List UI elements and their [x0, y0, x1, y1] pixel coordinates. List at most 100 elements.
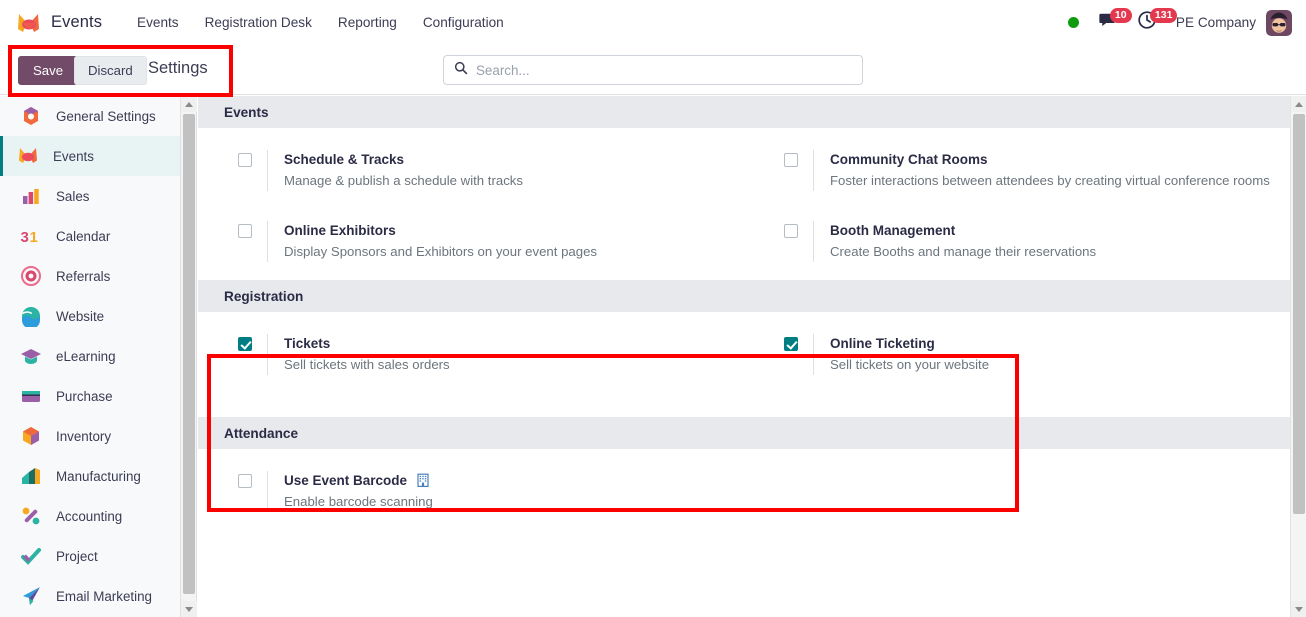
sidebar-item-general-settings[interactable]: General Settings	[0, 96, 180, 136]
sidebar-item-label: Accounting	[56, 508, 123, 524]
save-button[interactable]: Save	[18, 56, 79, 85]
nav-reporting[interactable]: Reporting	[325, 9, 410, 36]
settings-column-right: Community Chat Rooms Foster interactions…	[744, 150, 1290, 262]
setting-title: Tickets	[284, 336, 331, 351]
section-header-attendance: Attendance	[198, 417, 1290, 449]
setting-description: Manage & publish a schedule with tracks	[284, 173, 523, 188]
page-title: Settings	[148, 59, 208, 77]
sidebar-item-email-marketing[interactable]: Email Marketing	[0, 576, 180, 616]
sidebar-item-label: Manufacturing	[56, 468, 141, 484]
settings-column-left: Schedule & Tracks Manage & publish a sch…	[198, 150, 744, 262]
settings-column-right	[744, 471, 1290, 512]
sidebar-scroll-thumb[interactable]	[183, 114, 195, 594]
sidebar-item-purchase[interactable]: Purchase	[0, 376, 180, 416]
setting-checkbox[interactable]	[784, 337, 798, 351]
email-marketing-app-icon	[20, 585, 42, 607]
calendar-app-icon: 3 1	[20, 225, 42, 247]
setting-checkbox[interactable]	[238, 474, 252, 488]
sidebar-item-inventory[interactable]: Inventory	[0, 416, 180, 456]
sales-app-icon	[20, 185, 42, 207]
search-icon	[454, 61, 468, 80]
settings-content: Events Schedule & Tracks Manage & publis…	[198, 96, 1290, 617]
section-body-registration: Tickets Sell tickets with sales orders O…	[198, 312, 1290, 417]
setting-tickets: Tickets Sell tickets with sales orders	[238, 334, 730, 375]
setting-title: Use Event Barcode	[284, 473, 408, 488]
nav-events[interactable]: Events	[124, 9, 192, 36]
nav-registration-desk[interactable]: Registration Desk	[192, 9, 325, 36]
triangle-up-icon	[185, 101, 193, 107]
events-app-icon	[17, 145, 39, 167]
sidebar-item-events[interactable]: Events	[0, 136, 180, 176]
setting-community-chat-rooms: Community Chat Rooms Foster interactions…	[784, 150, 1276, 191]
setting-checkbox[interactable]	[238, 337, 252, 351]
website-app-icon	[20, 305, 42, 329]
settings-sidebar: General Settings Events Sales 3 1 Calend…	[0, 96, 181, 617]
sidebar-scrollbar[interactable]	[181, 96, 197, 617]
settings-column-right: Online Ticketing Sell tickets on your we…	[744, 334, 1290, 375]
sidebar-item-calendar[interactable]: 3 1 Calendar	[0, 216, 180, 256]
search-box[interactable]	[443, 55, 863, 85]
setting-divider	[267, 150, 268, 191]
svg-text:1: 1	[30, 229, 38, 246]
sidebar-item-accounting[interactable]: Accounting	[0, 496, 180, 536]
sidebar-item-project[interactable]: Project	[0, 536, 180, 576]
project-app-icon	[20, 545, 42, 567]
content-scroll-up-button[interactable]	[1291, 96, 1306, 112]
setting-title: Community Chat Rooms	[830, 152, 988, 167]
setting-description: Foster interactions between attendees by…	[830, 173, 1270, 188]
section-header-registration: Registration	[198, 280, 1290, 312]
content-scrollbar[interactable]	[1290, 96, 1306, 617]
messages-menu[interactable]: 10	[1088, 0, 1132, 45]
setting-divider	[267, 221, 268, 262]
setting-use-event-barcode: Use Event Barcode Enable barcode scannin…	[238, 471, 730, 512]
setting-title: Booth Management	[830, 223, 956, 238]
setting-checkbox[interactable]	[238, 224, 252, 238]
triangle-down-icon	[1295, 606, 1303, 612]
referrals-app-icon	[20, 265, 42, 287]
setting-divider	[813, 150, 814, 191]
section-body-events: Schedule & Tracks Manage & publish a sch…	[198, 128, 1290, 280]
app-brand[interactable]: Events	[16, 11, 102, 35]
setting-description: Display Sponsors and Exhibitors on your …	[284, 244, 598, 259]
search-input[interactable]	[476, 62, 852, 78]
app-brand-label: Events	[51, 13, 103, 31]
navbar-menu: Events Registration Desk Reporting Confi…	[124, 9, 517, 36]
sidebar-scroll-down-button[interactable]	[181, 601, 197, 617]
user-avatar-icon[interactable]	[1266, 9, 1292, 36]
setting-description: Sell tickets with sales orders	[284, 357, 450, 372]
content-scroll-down-button[interactable]	[1291, 601, 1306, 617]
setting-divider	[813, 334, 814, 375]
sidebar-item-label: Sales	[56, 188, 90, 204]
events-logo-icon	[16, 11, 42, 35]
nav-configuration[interactable]: Configuration	[410, 9, 517, 36]
accounting-app-icon	[20, 505, 42, 527]
top-navbar: Events Events Registration Desk Reportin…	[0, 0, 1306, 45]
sidebar-item-manufacturing[interactable]: Manufacturing	[0, 456, 180, 496]
sidebar-item-label: Email Marketing	[56, 588, 152, 604]
presence-indicator[interactable]	[1059, 0, 1088, 45]
activities-badge: 131	[1149, 8, 1178, 23]
company-switcher[interactable]: PE Company	[1166, 15, 1266, 30]
inventory-app-icon	[20, 425, 42, 447]
discard-button[interactable]: Discard	[74, 56, 147, 85]
sidebar-item-website[interactable]: Website	[0, 296, 180, 336]
setting-divider	[267, 471, 268, 512]
sidebar-item-label: Events	[53, 148, 94, 164]
setting-online-ticketing: Online Ticketing Sell tickets on your we…	[784, 334, 1276, 375]
sidebar-scroll-up-button[interactable]	[181, 96, 197, 112]
activities-menu[interactable]: 131	[1128, 0, 1178, 45]
sidebar-item-elearning[interactable]: eLearning	[0, 336, 180, 376]
sidebar-item-sales[interactable]: Sales	[0, 176, 180, 216]
section-body-attendance: Use Event Barcode Enable barcode scannin…	[198, 449, 1290, 530]
content-scroll-thumb[interactable]	[1293, 114, 1305, 514]
settings-column-left: Tickets Sell tickets with sales orders	[198, 334, 744, 375]
sidebar-item-label: Purchase	[56, 388, 113, 404]
settings-app-icon	[20, 105, 42, 127]
setting-checkbox[interactable]	[784, 153, 798, 167]
setting-divider	[813, 221, 814, 262]
setting-checkbox[interactable]	[238, 153, 252, 167]
sidebar-item-referrals[interactable]: Referrals	[0, 256, 180, 296]
setting-checkbox[interactable]	[784, 224, 798, 238]
svg-text:3: 3	[21, 229, 29, 246]
sidebar-item-label: General Settings	[56, 108, 156, 124]
